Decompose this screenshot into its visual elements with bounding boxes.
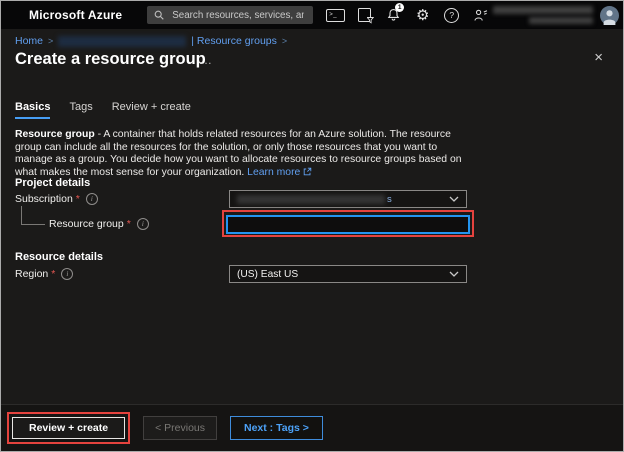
external-link-icon (303, 167, 312, 176)
wizard-footer: Review + create < Previous Next : Tags > (1, 404, 623, 451)
breadcrumb-separator: > (48, 36, 53, 46)
required-marker: * (76, 193, 80, 205)
tab-review-create[interactable]: Review + create (112, 101, 191, 119)
info-icon[interactable]: i (61, 268, 73, 280)
tab-basics[interactable]: Basics (15, 101, 50, 119)
title-more-menu-icon[interactable]: … (200, 53, 213, 67)
settings-button[interactable]: ⚙ (410, 3, 435, 27)
resource-group-label: Resource group * i (49, 218, 149, 230)
project-details-heading: Project details (15, 177, 90, 189)
directories-filter-button[interactable] (352, 3, 377, 27)
close-icon[interactable]: × (594, 50, 603, 65)
gear-icon: ⚙ (416, 8, 429, 23)
required-marker: * (127, 218, 131, 230)
subscription-value: s (237, 194, 392, 205)
subscription-dropdown[interactable]: s (229, 190, 467, 208)
chevron-down-icon (449, 196, 459, 202)
page-title: Create a resource group (15, 50, 206, 69)
help-icon: ? (444, 8, 459, 23)
chevron-down-icon (449, 271, 459, 277)
breadcrumb: Home > | Resource groups > (15, 35, 287, 47)
tab-bar: Basics Tags Review + create (15, 101, 191, 119)
avatar[interactable] (600, 6, 619, 25)
region-value: (US) East US (237, 269, 298, 280)
required-marker: * (51, 268, 55, 280)
resource-group-highlight-box (222, 210, 474, 237)
search-input[interactable] (170, 9, 306, 22)
resource-details-heading: Resource details (15, 251, 103, 263)
region-dropdown[interactable]: (US) East US (229, 265, 467, 283)
brand-title[interactable]: Microsoft Azure (29, 8, 122, 22)
top-bar: Microsoft Azure >_ (1, 1, 623, 29)
account-directory-redacted (529, 17, 593, 24)
next-tags-button[interactable]: Next : Tags > (230, 416, 323, 440)
notification-badge: 1 (395, 3, 404, 12)
account-menu[interactable] (493, 6, 619, 25)
review-create-button[interactable]: Review + create (12, 417, 125, 439)
cloud-shell-button[interactable]: >_ (323, 3, 348, 27)
subscription-label: Subscription * i (15, 193, 98, 205)
top-bar-icons: >_ 1 ⚙ ? (323, 3, 493, 27)
info-icon[interactable]: i (137, 218, 149, 230)
breadcrumb-redacted-segment (58, 36, 186, 47)
funnel-icon (367, 17, 374, 24)
resource-group-description: Resource group - A container that holds … (15, 129, 473, 179)
review-create-highlight-box: Review + create (7, 412, 130, 444)
subscription-value-redacted (237, 195, 385, 204)
feedback-person-icon (474, 9, 488, 22)
account-info-redacted (493, 6, 593, 24)
region-label: Region * i (15, 268, 73, 280)
tab-tags[interactable]: Tags (69, 101, 92, 119)
previous-button[interactable]: < Previous (143, 416, 217, 440)
breadcrumb-resource-groups-link[interactable]: | Resource groups (191, 35, 277, 47)
description-lead: Resource group (15, 129, 95, 140)
help-button[interactable]: ? (439, 3, 464, 27)
breadcrumb-home-link[interactable]: Home (15, 35, 43, 47)
info-icon[interactable]: i (86, 193, 98, 205)
feedback-button[interactable] (468, 3, 493, 27)
breadcrumb-separator: > (282, 36, 287, 46)
directory-filter-icon (358, 8, 371, 22)
resource-group-input[interactable] (226, 215, 470, 234)
cloud-shell-icon: >_ (326, 9, 345, 22)
azure-portal-window: Microsoft Azure >_ (0, 0, 624, 452)
global-search[interactable] (147, 6, 313, 24)
account-name-redacted (493, 6, 593, 14)
search-icon (154, 10, 164, 20)
tree-connector-line (21, 206, 45, 225)
learn-more-link[interactable]: Learn more (247, 167, 312, 178)
notifications-button[interactable]: 1 (381, 3, 406, 27)
